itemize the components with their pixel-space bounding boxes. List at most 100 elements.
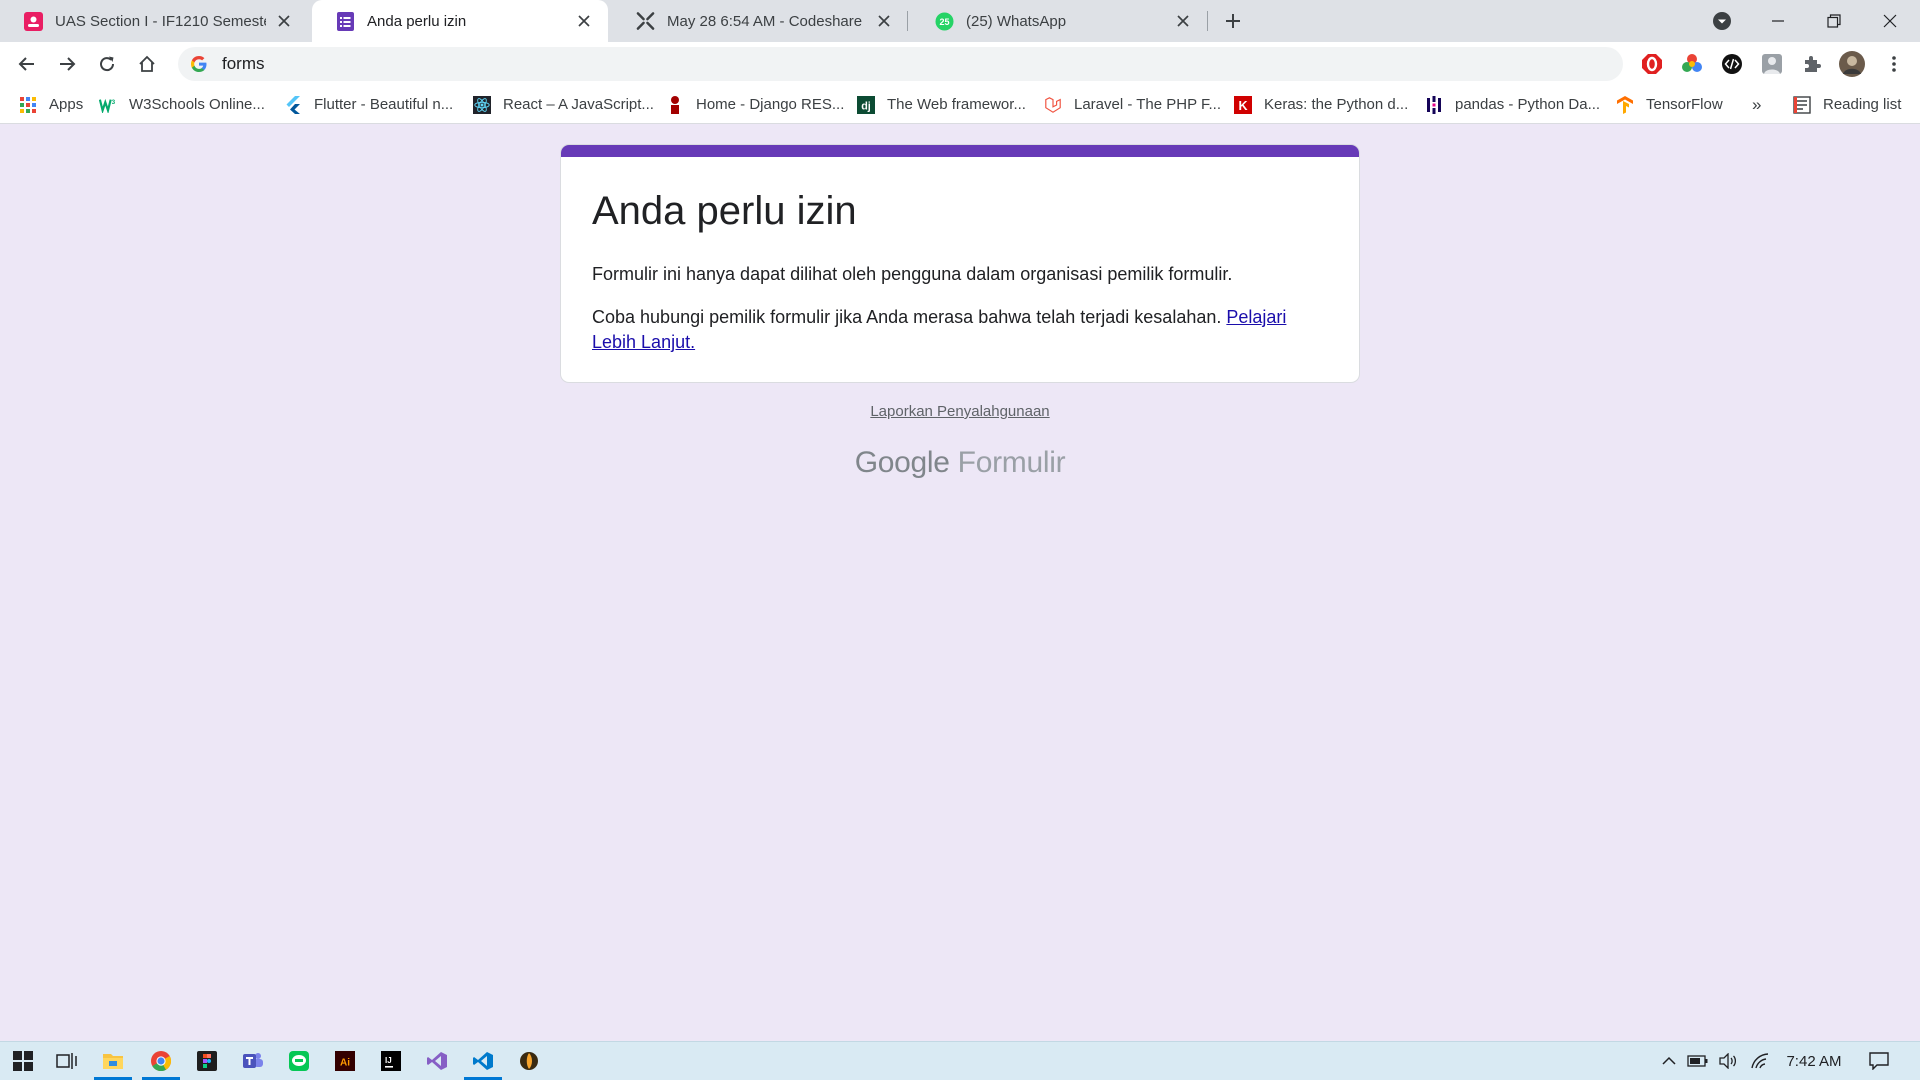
- bookmark-keras[interactable]: K Keras: the Python d...: [1234, 86, 1408, 123]
- bookmark-django-rest[interactable]: Home - Django RES...: [666, 86, 844, 123]
- whatsapp-badge-count: 25: [939, 17, 949, 27]
- visual-studio-icon[interactable]: [414, 1042, 460, 1080]
- file-explorer-icon[interactable]: [90, 1042, 136, 1080]
- taskbar-clock[interactable]: 7:42 AM: [1776, 1042, 1852, 1080]
- tab-whatsapp[interactable]: 25 (25) WhatsApp: [911, 0, 1207, 42]
- reading-list-button[interactable]: Reading list: [1793, 86, 1901, 123]
- bookmark-label: Flutter - Beautiful n...: [314, 96, 454, 113]
- bookmark-react[interactable]: React – A JavaScript...: [473, 86, 654, 123]
- task-view-icon[interactable]: [44, 1042, 90, 1080]
- browser-toolbar: forms: [0, 42, 1920, 86]
- show-hidden-icons-button[interactable]: [1656, 1042, 1682, 1080]
- figma-icon[interactable]: [184, 1042, 230, 1080]
- whatsapp-icon: 25: [935, 12, 954, 31]
- card-accent-bar: [561, 145, 1359, 157]
- bookmark-label: Keras: the Python d...: [1264, 96, 1409, 113]
- chrome-menu-icon[interactable]: [1880, 50, 1908, 78]
- teams-icon[interactable]: [230, 1042, 276, 1080]
- bookmark-w3schools[interactable]: 3 W3Schools Online...: [99, 86, 265, 123]
- tab-title: (25) WhatsApp: [966, 12, 1067, 30]
- windows-taskbar: Ai IJ 7:42 AM: [0, 1041, 1920, 1080]
- color-picker-extension-icon[interactable]: [1678, 50, 1706, 78]
- bookmark-label: React – A JavaScript...: [503, 96, 654, 113]
- fl-studio-icon[interactable]: [506, 1042, 552, 1080]
- tab-uas-section[interactable]: UAS Section I - IF1210 Semester: [0, 0, 308, 42]
- bookmark-label: The Web framewor...: [887, 96, 1026, 113]
- google-forms-logo: Google Formulir: [0, 446, 1920, 480]
- close-tab-icon[interactable]: [574, 11, 594, 31]
- close-tab-icon[interactable]: [274, 11, 294, 31]
- report-abuse-link[interactable]: Laporkan Penyalahgunaan: [0, 403, 1920, 420]
- google-forms-pink-icon: [24, 11, 43, 31]
- wifi-icon[interactable]: [1746, 1042, 1774, 1080]
- tab-separator: [1207, 11, 1208, 31]
- bookmarks-overflow-button[interactable]: »: [1752, 86, 1761, 123]
- profile-extension-icon[interactable]: [1758, 50, 1786, 78]
- tab-title: UAS Section I - IF1210 Semester: [55, 12, 266, 30]
- close-tab-icon[interactable]: [1173, 11, 1193, 31]
- intellij-icon-glyph: IJ: [385, 1056, 392, 1065]
- address-bar[interactable]: forms: [178, 47, 1623, 81]
- bookmark-label: TensorFlow: [1646, 96, 1723, 113]
- home-button[interactable]: [131, 48, 163, 80]
- forward-button[interactable]: [51, 48, 83, 80]
- new-tab-button[interactable]: [1221, 9, 1245, 33]
- contact-owner-message: Coba hubungi pemilik formulir jika Anda …: [592, 305, 1332, 355]
- tab-codeshare[interactable]: May 28 6:54 AM - Codeshare: [612, 0, 908, 42]
- apps-grid-icon: [19, 96, 37, 114]
- bookmark-tensorflow[interactable]: TensorFlow: [1616, 86, 1723, 123]
- permission-message: Formulir ini hanya dapat dilihat oleh pe…: [592, 264, 1233, 284]
- reload-button[interactable]: [91, 48, 123, 80]
- permission-card: Anda perlu izin Formulir ini hanya dapat…: [560, 144, 1360, 383]
- page-title: Anda perlu izin: [592, 189, 857, 233]
- flutter-icon: [284, 95, 302, 114]
- opera-adblock-icon[interactable]: [1638, 50, 1666, 78]
- contact-owner-text: Coba hubungi pemilik formulir jika Anda …: [592, 307, 1222, 327]
- tab-title: Anda perlu izin: [367, 12, 467, 30]
- battery-icon[interactable]: [1684, 1042, 1712, 1080]
- chrome-icon[interactable]: [138, 1042, 184, 1080]
- tensorflow-icon: [1616, 95, 1634, 114]
- w3schools-icon: 3: [99, 96, 117, 114]
- code-extension-icon[interactable]: [1718, 50, 1746, 78]
- bookmarks-bar: Apps 3 W3Schools Online... Flutter - Bea…: [0, 86, 1920, 124]
- bookmark-apps[interactable]: Apps: [19, 86, 83, 123]
- intellij-icon[interactable]: IJ: [368, 1042, 414, 1080]
- reading-list-label: Reading list: [1823, 96, 1902, 113]
- volume-icon[interactable]: [1714, 1042, 1742, 1080]
- back-button[interactable]: [11, 48, 43, 80]
- minimize-button[interactable]: [1750, 0, 1806, 42]
- line-icon[interactable]: [276, 1042, 322, 1080]
- react-icon: [473, 95, 491, 114]
- address-bar-text: forms: [222, 54, 265, 73]
- bookmark-flutter[interactable]: Flutter - Beautiful n...: [284, 86, 453, 123]
- reading-list-icon: [1793, 95, 1811, 114]
- django-icon: dj: [857, 95, 875, 114]
- bookmark-label: Home - Django RES...: [696, 96, 845, 113]
- illustrator-icon-glyph: Ai: [340, 1058, 350, 1069]
- tab-search-button[interactable]: [1694, 0, 1750, 42]
- bookmark-label: Apps: [49, 96, 84, 113]
- tab-anda-perlu-izin[interactable]: Anda perlu izin: [312, 0, 608, 42]
- tab-title: May 28 6:54 AM - Codeshare: [667, 12, 863, 30]
- google-g-icon: [190, 55, 208, 73]
- django-rest-icon: [666, 95, 684, 114]
- google-forms-icon: [336, 11, 355, 31]
- bookmark-laravel[interactable]: Laravel - The PHP F...: [1044, 86, 1221, 123]
- svg-text:3: 3: [112, 99, 116, 106]
- pandas-icon: [1425, 95, 1443, 114]
- bookmark-django[interactable]: dj The Web framewor...: [857, 86, 1026, 123]
- avatar[interactable]: [1838, 50, 1866, 78]
- close-tab-icon[interactable]: [874, 11, 894, 31]
- illustrator-icon[interactable]: Ai: [322, 1042, 368, 1080]
- extensions-puzzle-icon[interactable]: [1798, 50, 1826, 78]
- restore-button[interactable]: [1806, 0, 1862, 42]
- django-icon-glyph: dj: [861, 100, 871, 112]
- bookmark-pandas[interactable]: pandas - Python Da...: [1425, 86, 1600, 123]
- bookmark-label: pandas - Python Da...: [1455, 96, 1601, 113]
- notifications-icon[interactable]: [1862, 1042, 1896, 1080]
- tab-separator: [907, 11, 908, 31]
- close-window-button[interactable]: [1862, 0, 1918, 42]
- vscode-icon[interactable]: [460, 1042, 506, 1080]
- start-icon[interactable]: [0, 1042, 46, 1080]
